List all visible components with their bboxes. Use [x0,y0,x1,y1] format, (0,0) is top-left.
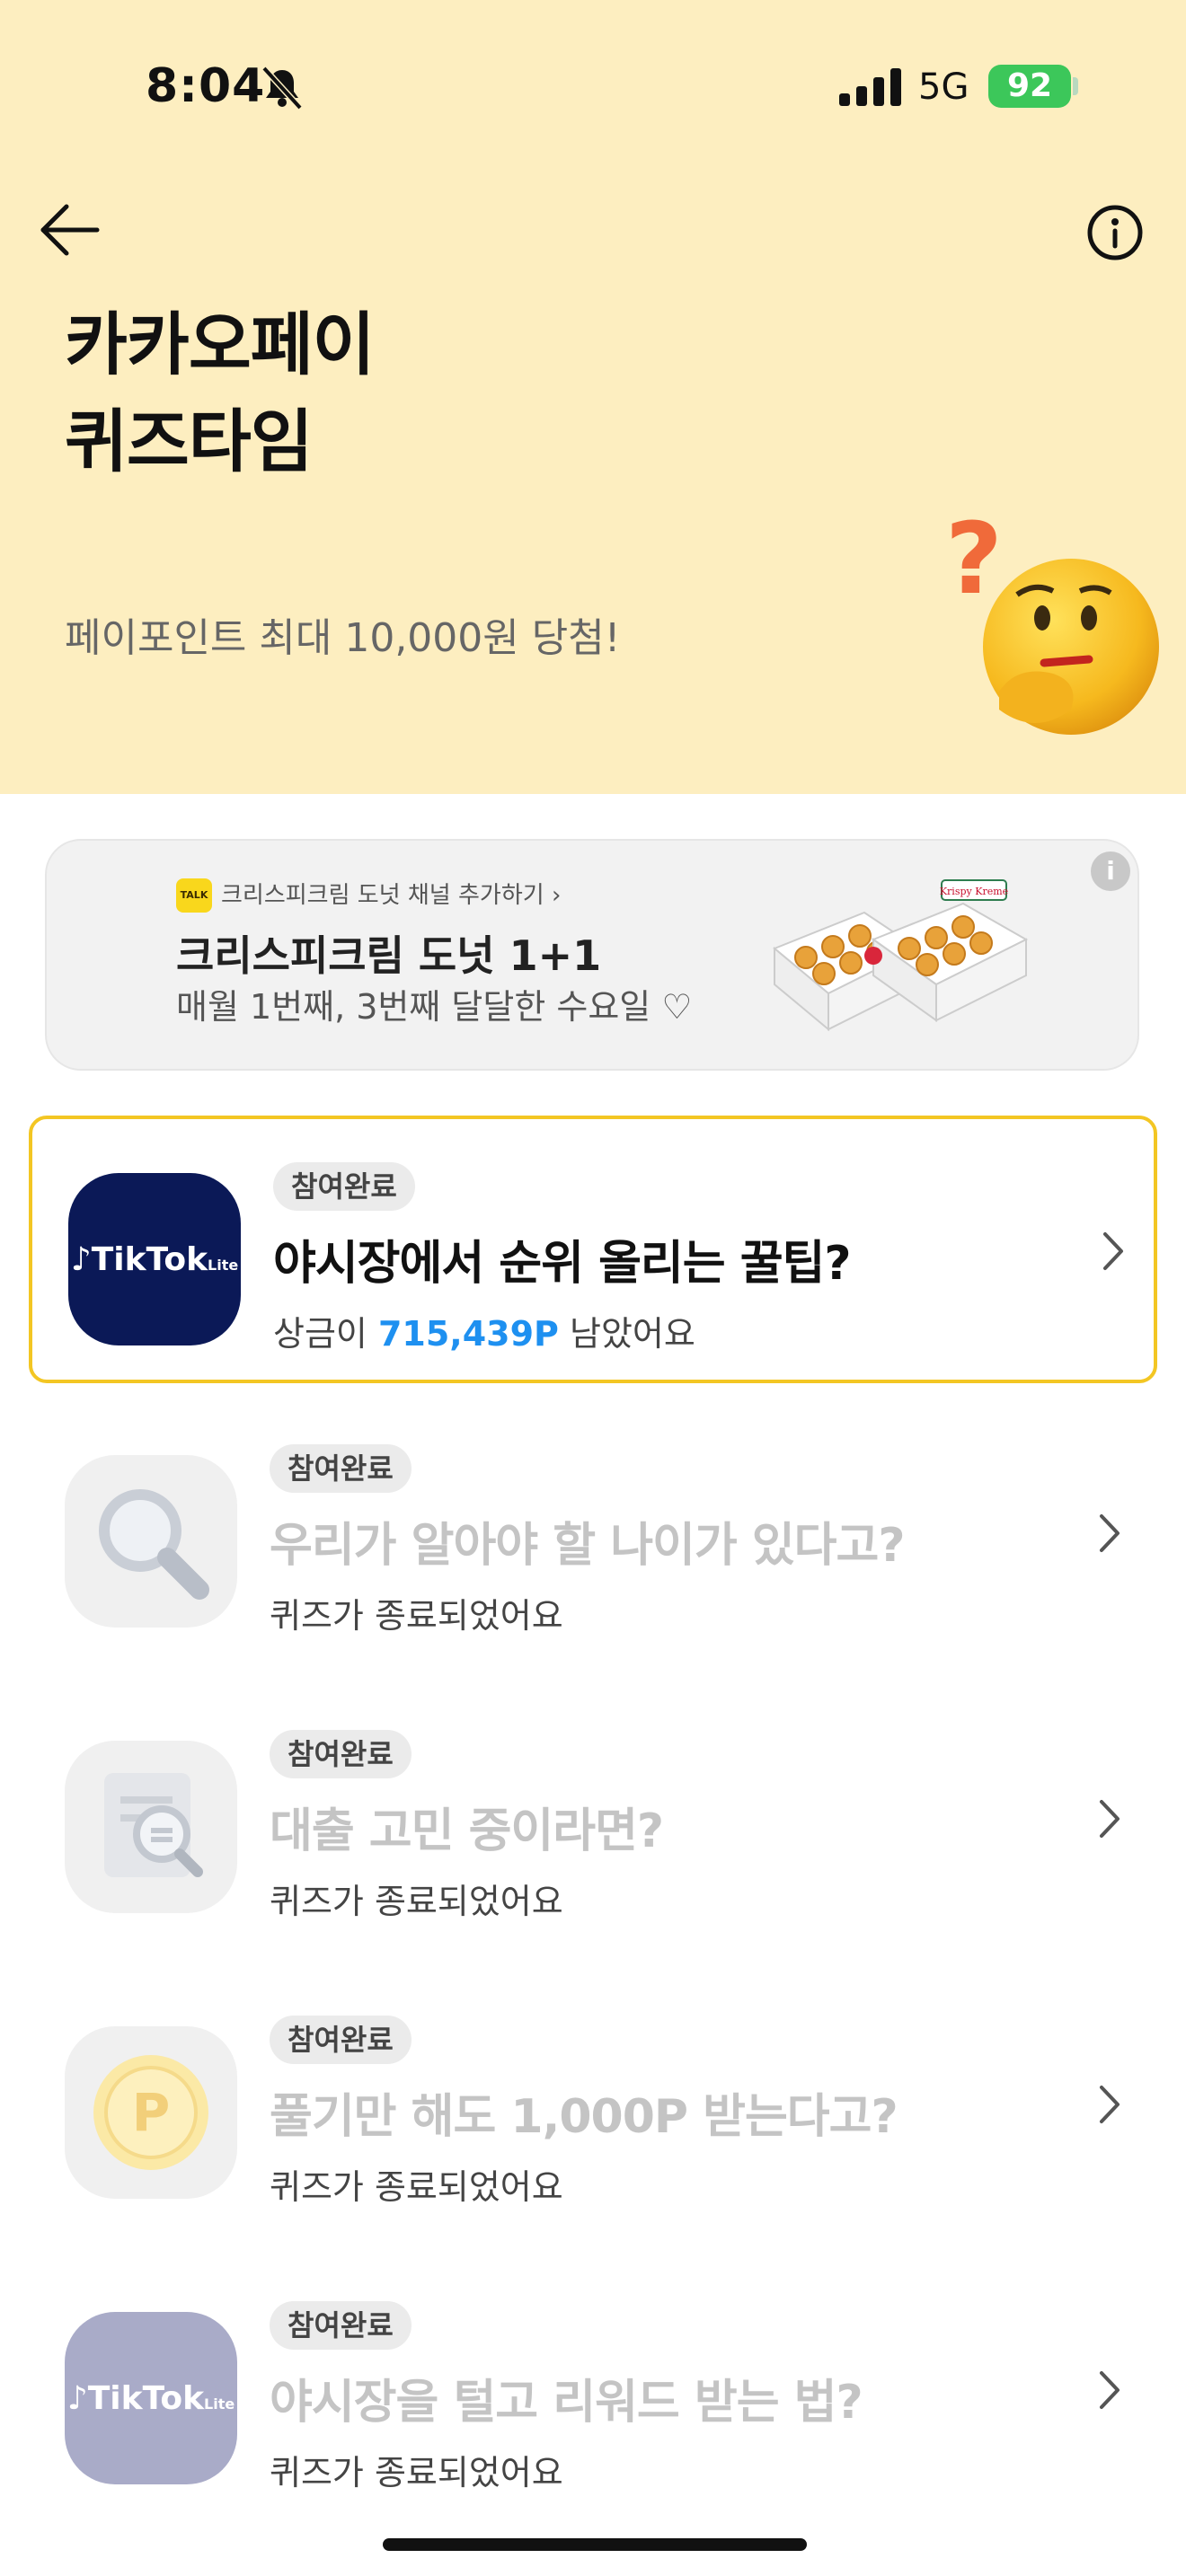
svg-text:♪TikTokLite: ♪TikTokLite [67,2380,235,2417]
quiz-title: 우리가 알아야 할 나이가 있다고? [270,1519,905,1573]
donut-box-image: Krispy Kreme [773,879,1029,1032]
ad-channel-link[interactable]: 크리스피크림 도넛 채널 추가하기 › [221,877,561,910]
svg-text:?: ? [945,512,1003,616]
status-time: 8:04 [146,59,266,113]
back-arrow-icon[interactable] [32,194,113,266]
quiz-title: 풀기만 해도 1,000P 받는다고? [270,2090,898,2144]
svg-text:♪TikTokLite: ♪TikTokLite [71,1241,239,1278]
quiz-status: 퀴즈가 종료되었어요 [270,1596,563,1636]
participated-badge: 참여완료 [273,1162,415,1211]
network-label: 5G [918,66,969,108]
thinking-face-icon: ? [945,512,1159,735]
svg-text:Krispy Kreme: Krispy Kreme [940,886,1008,897]
participated-badge: 참여완료 [270,2016,412,2064]
quiz-item[interactable]: ♪TikTokLite 참여완료 야시장에서 순위 올리는 꿀팁? 상금이 71… [29,1116,1157,1383]
quiz-title: 대출 고민 중이라면? [270,1804,664,1858]
chevron-right-icon [1100,1800,1120,1838]
chevron-right-icon [1100,1514,1120,1552]
quiz-title: 야시장에서 순위 올리는 꿀팁? [273,1237,852,1291]
quiz-item[interactable]: P 참여완료 풀기만 해도 1,000P 받는다고? 퀴즈가 종료되었어요 [29,1972,1157,2240]
quiz-status: 퀴즈가 종료되었어요 [270,2167,563,2207]
header: 8:04 5G 92 카카오페이 퀴즈타임 페이포인트 최대 10,000원 당… [0,0,1186,794]
quiz-item[interactable]: 참여완료 우리가 알아야 할 나이가 있다고? 퀴즈가 종료되었어요 [29,1401,1157,1669]
chevron-right-icon [1100,2371,1120,2409]
document-search-icon [65,1741,237,1913]
quiz-item[interactable]: 참여완료 대출 고민 중이라면? 퀴즈가 종료되었어요 [29,1687,1157,1954]
quiz-item[interactable]: ♪TikTokLite 참여완료 야시장을 털고 리워드 받는 법? 퀴즈가 종… [29,2258,1157,2526]
participated-badge: 참여완료 [270,2301,412,2350]
quiz-prize-text: 상금이 715,439P 남았어요 [273,1314,695,1354]
battery-cap [1073,77,1078,95]
tiktok-lite-icon: ♪TikTokLite [68,1173,241,1345]
chevron-right-icon [1100,2086,1120,2123]
participated-badge: 참여완료 [270,1730,412,1778]
prize-amount: 715,439P [377,1314,559,1354]
magnifier-icon [65,1455,237,1628]
info-icon[interactable] [1076,194,1154,271]
home-indicator [383,2538,807,2551]
page-subtitle: 페이포인트 최대 10,000원 당첨! [65,615,621,661]
ad-banner[interactable]: TALK 크리스피크림 도넛 채널 추가하기 › 크리스피크림 도넛 1+1 매… [45,839,1139,1071]
tiktok-lite-icon: ♪TikTokLite [65,2312,237,2484]
kakaotalk-icon: TALK [176,878,212,913]
ad-description: 매월 1번째, 3번째 달달한 수요일 ♡ [176,987,693,1027]
quiz-status: 퀴즈가 종료되었어요 [270,2453,563,2492]
chevron-right-icon [1103,1232,1123,1270]
ad-info-icon[interactable]: i [1091,851,1130,891]
participated-badge: 참여완료 [270,1444,412,1493]
signal-icon [839,68,901,106]
battery-indicator: 92 [988,65,1071,108]
quiz-status: 퀴즈가 종료되었어요 [270,1882,563,1921]
ad-title: 크리스피크림 도넛 1+1 [176,931,602,980]
quiz-title: 야시장을 털고 리워드 받는 법? [270,2376,863,2430]
point-coin-icon: P [65,2026,237,2199]
bell-off-icon [261,66,303,110]
svg-text:P: P [132,2082,171,2143]
page-title: 카카오페이 퀴즈타임 [65,304,376,481]
